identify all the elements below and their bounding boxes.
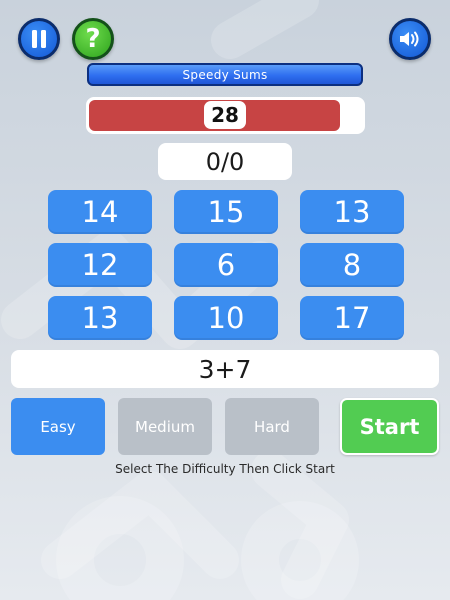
game-title-banner: Speedy Sums <box>87 63 363 86</box>
answer-tile[interactable]: 14 <box>48 190 152 234</box>
sound-button[interactable] <box>389 18 431 60</box>
help-button[interactable]: ? <box>72 18 114 60</box>
help-icon: ? <box>85 24 101 54</box>
pause-icon <box>32 30 46 48</box>
answer-tile[interactable]: 6 <box>174 243 278 287</box>
instruction-text: Select The Difficulty Then Click Start <box>115 462 335 476</box>
score-display: 0/0 <box>158 143 292 180</box>
start-button[interactable]: Start <box>340 398 439 455</box>
answer-tile[interactable]: 13 <box>300 190 404 234</box>
easy-button[interactable]: Easy <box>11 398 105 455</box>
hard-button[interactable]: Hard <box>225 398 319 455</box>
answer-tile[interactable]: 8 <box>300 243 404 287</box>
answer-tile[interactable]: 10 <box>174 296 278 340</box>
answer-tile[interactable]: 15 <box>174 190 278 234</box>
answer-grid: 14 15 13 12 6 8 13 10 17 <box>48 190 404 340</box>
timer-value: 28 <box>204 101 246 129</box>
speaker-icon <box>400 31 419 47</box>
answer-tile[interactable]: 13 <box>48 296 152 340</box>
medium-button[interactable]: Medium <box>118 398 212 455</box>
answer-tile[interactable]: 17 <box>300 296 404 340</box>
pause-button[interactable] <box>18 18 60 60</box>
question-display: 3+7 <box>11 350 439 388</box>
answer-tile[interactable]: 12 <box>48 243 152 287</box>
